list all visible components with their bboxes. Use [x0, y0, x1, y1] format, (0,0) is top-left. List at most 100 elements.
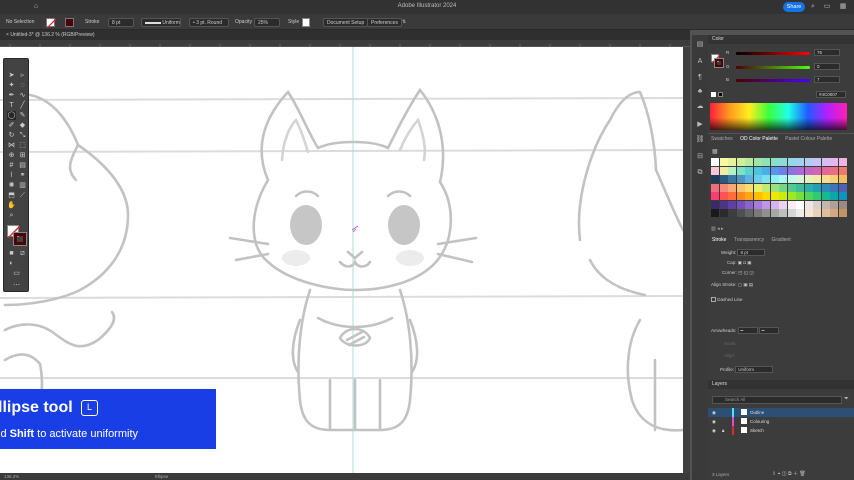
red-track[interactable] — [736, 52, 810, 55]
color-panel-stroke-icon[interactable] — [714, 58, 724, 68]
color-swatch[interactable] — [711, 166, 719, 175]
color-swatch[interactable] — [719, 158, 728, 166]
artboard-tool-icon[interactable]: ⬒ — [7, 191, 16, 200]
hand-tool-icon[interactable]: ✋ — [7, 201, 16, 210]
rotate-tool-icon[interactable]: ↻ — [7, 131, 16, 140]
document-setup-button[interactable]: Document Setup — [323, 18, 369, 27]
pathfinder-icon[interactable]: ⧉ — [695, 168, 705, 178]
tab-od-color-palette[interactable]: OD Color Palette — [740, 136, 778, 142]
paintbrush-icon[interactable]: ✎ — [18, 111, 27, 120]
tab-transparency[interactable]: Transparency — [734, 237, 764, 243]
magic-wand-icon[interactable]: ✦ — [7, 81, 16, 90]
color-swatch[interactable] — [813, 200, 821, 209]
color-swatch[interactable] — [787, 166, 796, 175]
color-swatch[interactable] — [753, 200, 762, 209]
start-arrowhead-select[interactable]: ━ — [737, 327, 758, 335]
layers-search-input[interactable]: Search All — [712, 396, 842, 404]
color-swatch[interactable] — [770, 166, 779, 175]
end-arrowhead-select[interactable]: ━ — [758, 327, 779, 335]
color-swatch[interactable] — [728, 209, 736, 217]
line-tool-icon[interactable]: ╱ — [18, 101, 27, 110]
visibility-eye-icon[interactable]: ◉ — [712, 417, 716, 426]
miter-join-icon[interactable]: ◰ — [738, 270, 742, 275]
layer-name[interactable]: Sketch — [750, 426, 764, 435]
color-swatch[interactable] — [719, 175, 728, 183]
lock-icon[interactable]: 🔒︎ — [722, 426, 724, 435]
close-tab-icon[interactable]: × — [6, 32, 9, 38]
color-swatch[interactable] — [711, 192, 719, 200]
color-swatch[interactable] — [838, 192, 847, 200]
color-swatch[interactable] — [728, 175, 736, 183]
color-swatch[interactable] — [762, 200, 770, 209]
color-swatch[interactable] — [804, 158, 813, 166]
color-spectrum[interactable] — [710, 103, 847, 130]
round-join-icon[interactable]: ◱ — [744, 270, 748, 275]
color-swatch[interactable] — [838, 158, 847, 166]
color-swatch[interactable] — [753, 166, 762, 175]
none-mode-icon[interactable]: ⧄ — [18, 249, 27, 258]
selection-tool-icon[interactable]: ➤ — [7, 71, 16, 80]
align-inside-icon[interactable]: ▣ — [743, 282, 747, 287]
horizontal-ruler[interactable] — [0, 40, 690, 47]
color-swatch[interactable] — [711, 200, 719, 209]
actions-icon[interactable]: ▶ — [695, 120, 705, 130]
links-icon[interactable]: ⛓ — [695, 135, 705, 145]
dashed-line-checkbox[interactable] — [711, 297, 716, 303]
color-swatch[interactable] — [804, 209, 813, 217]
new-sublayer-icon[interactable]: ⧉ — [788, 471, 792, 477]
visibility-eye-icon[interactable]: ◉ — [712, 426, 716, 435]
color-swatch[interactable] — [813, 175, 821, 183]
tab-pastel-colour-palette[interactable]: Pastel Colour Palette — [785, 136, 832, 142]
color-swatch[interactable] — [711, 183, 719, 192]
blue-slider[interactable]: B 7 — [726, 76, 846, 84]
color-swatch[interactable] — [779, 175, 787, 183]
color-swatch[interactable] — [745, 158, 753, 166]
share-button[interactable]: Share — [783, 2, 805, 12]
layer-row[interactable]: ◉ Colouring — [708, 417, 854, 426]
color-swatch[interactable] — [762, 183, 770, 192]
color-swatch[interactable] — [830, 166, 838, 175]
color-swatch[interactable] — [779, 209, 787, 217]
clipping-mask-icon[interactable]: ◫ — [782, 471, 787, 477]
preferences-button[interactable]: Preferences — [367, 18, 402, 27]
color-swatch[interactable] — [711, 175, 719, 183]
color-swatch[interactable] — [796, 175, 804, 183]
color-swatch[interactable] — [753, 183, 762, 192]
properties-icon[interactable]: ▤ — [695, 40, 705, 50]
color-swatch[interactable] — [821, 200, 830, 209]
color-swatch[interactable] — [787, 200, 796, 209]
color-swatch[interactable] — [838, 166, 847, 175]
color-swatch[interactable] — [779, 166, 787, 175]
color-swatch[interactable] — [821, 158, 830, 166]
color-swatch[interactable] — [762, 166, 770, 175]
color-swatch[interactable] — [770, 209, 779, 217]
green-track[interactable] — [736, 66, 810, 69]
character-icon[interactable]: A — [695, 57, 705, 67]
libraries-icon[interactable]: ☁ — [695, 102, 705, 112]
layer-name[interactable]: Outline — [750, 408, 764, 417]
search-icon[interactable]: ⌕ — [809, 3, 817, 11]
color-swatch[interactable] — [779, 183, 787, 192]
color-swatch[interactable] — [813, 209, 821, 217]
lasso-icon[interactable]: ◌ — [18, 81, 27, 90]
screen-mode-icon[interactable]: ▭ — [12, 269, 21, 278]
bevel-join-icon[interactable]: ◲ — [749, 270, 753, 275]
stroke-color-icon[interactable] — [13, 232, 27, 246]
draw-mode-icon[interactable]: ◐ — [7, 259, 16, 268]
swatch-grid-view-icon[interactable]: ▦ — [712, 148, 720, 155]
color-swatch[interactable] — [804, 183, 813, 192]
color-swatch[interactable] — [736, 192, 745, 200]
layer-row[interactable]: ◉ Outline — [708, 408, 854, 417]
color-swatch[interactable] — [804, 175, 813, 183]
color-swatch[interactable] — [821, 183, 830, 192]
color-swatch[interactable] — [736, 200, 745, 209]
tab-gradient[interactable]: Gradient — [772, 237, 791, 243]
export-icon[interactable]: ⇪ — [772, 471, 776, 477]
square-cap-icon[interactable]: ▣ — [747, 260, 751, 265]
color-swatch[interactable] — [745, 183, 753, 192]
shaper-tool-icon[interactable]: ✐ — [7, 121, 16, 130]
curvature-tool-icon[interactable]: ∿ — [18, 91, 27, 100]
graphic-style-swatch[interactable] — [302, 18, 310, 27]
blend-tool-icon[interactable]: ⚭ — [18, 171, 27, 180]
color-swatch[interactable] — [753, 158, 762, 166]
